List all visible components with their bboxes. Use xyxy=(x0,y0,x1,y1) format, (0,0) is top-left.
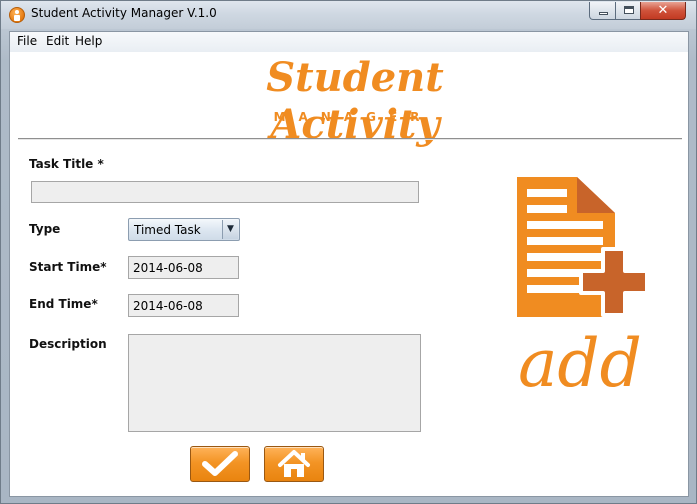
menu-help[interactable]: Help xyxy=(75,34,102,48)
menu-bar: File Edit Help xyxy=(10,32,688,52)
logo-title: Student Activity xyxy=(266,54,444,148)
maximize-icon xyxy=(624,6,634,14)
description-textarea[interactable] xyxy=(128,334,421,432)
application-window: Student Activity Manager V.1.0 ✕ File Ed… xyxy=(0,0,697,504)
dropdown-arrow-icon[interactable]: ▼ xyxy=(222,220,238,239)
home-icon xyxy=(278,450,310,477)
task-title-input[interactable] xyxy=(31,181,419,203)
minimize-button[interactable] xyxy=(589,2,616,20)
document-add-icon xyxy=(517,177,649,317)
description-label: Description xyxy=(29,337,107,351)
checkmark-icon xyxy=(202,451,238,476)
minimize-icon xyxy=(599,12,608,15)
title-bar[interactable]: Student Activity Manager V.1.0 ✕ xyxy=(1,1,696,29)
close-icon: ✕ xyxy=(657,3,669,18)
close-button[interactable]: ✕ xyxy=(640,2,686,20)
end-time-input[interactable] xyxy=(128,294,239,317)
add-label: add xyxy=(518,325,642,402)
task-title-label: Task Title * xyxy=(29,157,104,171)
home-button[interactable] xyxy=(264,446,324,482)
type-label: Type xyxy=(29,222,61,236)
end-time-label: End Time* xyxy=(29,297,98,311)
window-title: Student Activity Manager V.1.0 xyxy=(31,6,217,20)
type-selected-value: Timed Task xyxy=(134,223,201,237)
logo-subtitle: MANAGER xyxy=(273,110,433,124)
menu-file[interactable]: File xyxy=(17,34,37,48)
start-time-input[interactable] xyxy=(128,256,239,279)
type-dropdown[interactable]: Timed Task ▼ xyxy=(128,218,240,241)
header-divider xyxy=(18,138,682,140)
start-time-label: Start Time* xyxy=(29,260,107,274)
app-icon xyxy=(9,7,25,23)
client-area: File Edit Help Student Activity MANAGER … xyxy=(9,31,689,497)
confirm-button[interactable] xyxy=(190,446,250,482)
menu-edit[interactable]: Edit xyxy=(46,34,69,48)
maximize-button[interactable] xyxy=(615,2,641,20)
